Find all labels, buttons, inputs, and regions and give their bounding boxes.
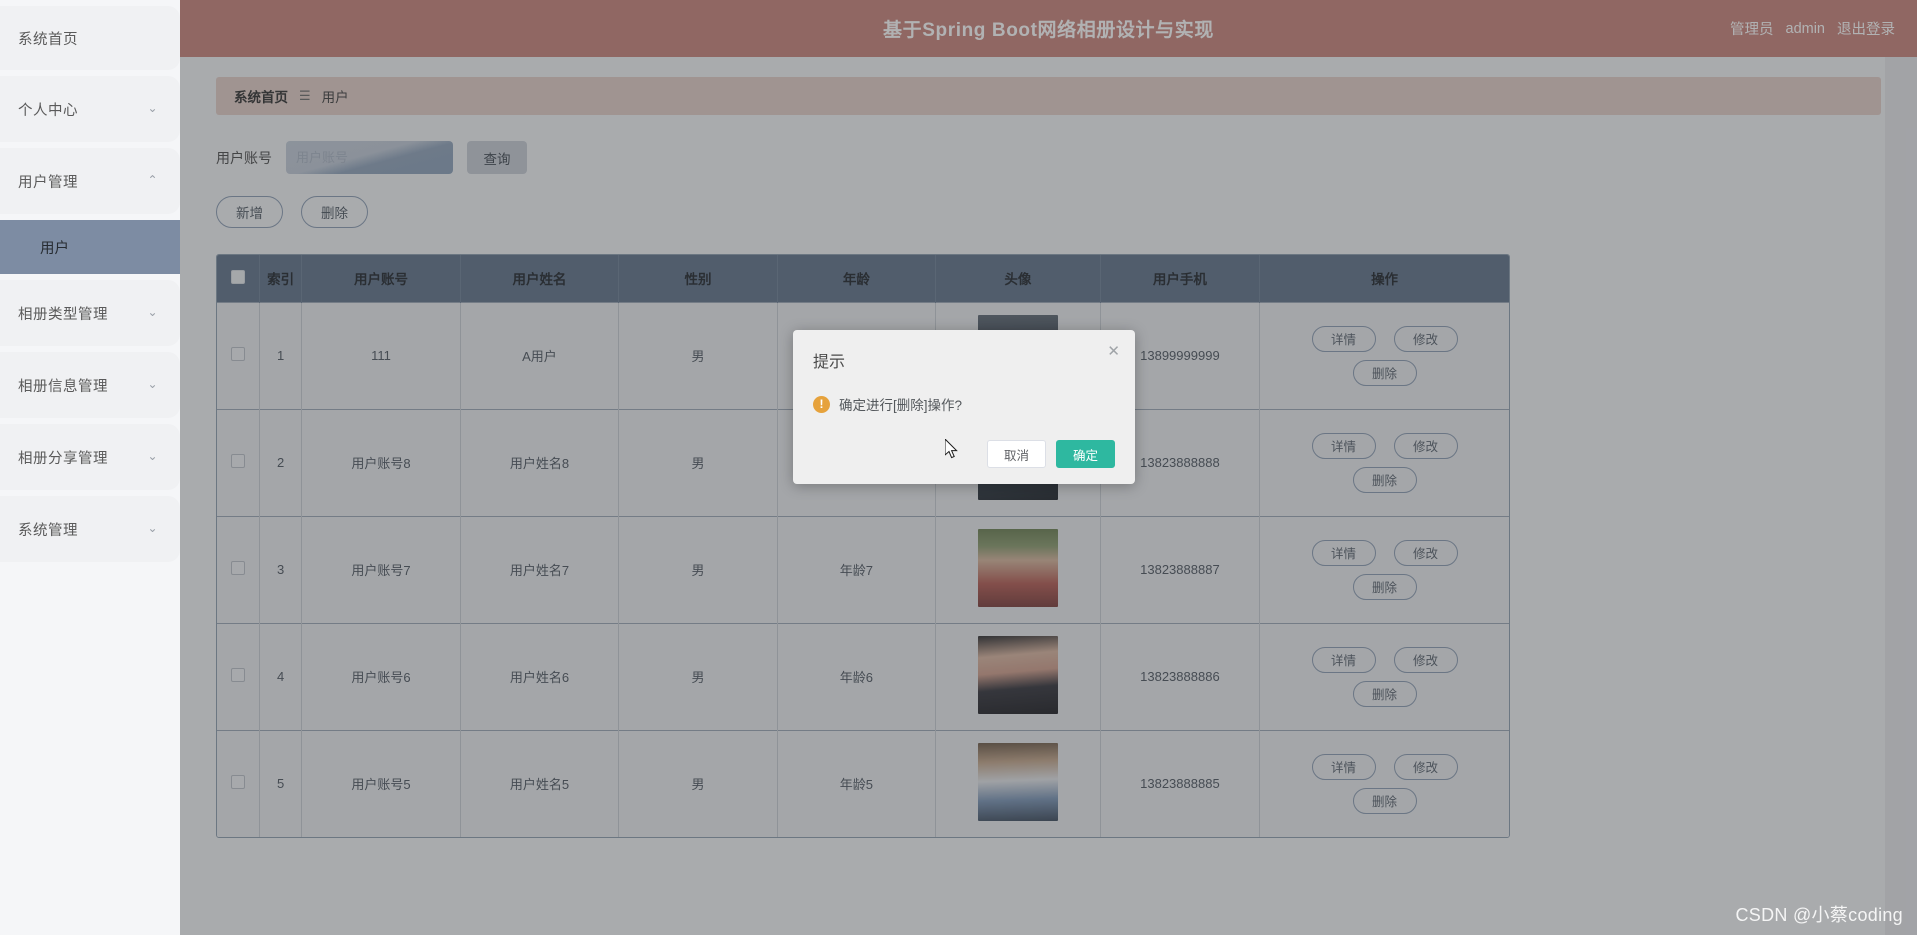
chevron-down-icon: ⌄: [147, 449, 158, 463]
sidebar-subitem-label: 用户: [40, 240, 69, 257]
sidebar-item-system-management[interactable]: 系统管理 ⌄: [0, 496, 180, 562]
chevron-down-icon: ⌄: [147, 521, 158, 535]
sidebar-item-user-management[interactable]: 用户管理 ⌃: [0, 148, 180, 214]
chevron-up-icon: ⌃: [147, 173, 158, 187]
sidebar-item-label: 相册信息管理: [18, 378, 108, 395]
dialog-message: 确定进行[删除]操作?: [839, 398, 963, 413]
confirm-dialog: 提示 ✕ ! 确定进行[删除]操作? 取消 确定: [793, 330, 1135, 484]
sidebar-item-label: 系统首页: [18, 31, 78, 48]
dialog-footer: 取消 确定: [813, 440, 1115, 468]
sidebar-item-home[interactable]: 系统首页: [0, 6, 180, 70]
sidebar-item-label: 系统管理: [18, 522, 78, 539]
sidebar-item-label: 相册类型管理: [18, 306, 108, 323]
sidebar-item-album-type-management[interactable]: 相册类型管理 ⌄: [0, 280, 180, 346]
main-area: 基于Spring Boot网络相册设计与实现 管理员 admin 退出登录 系统…: [180, 0, 1917, 935]
sidebar-item-label: 个人中心: [18, 102, 78, 119]
sidebar-item-personal-center[interactable]: 个人中心 ⌄: [0, 76, 180, 142]
confirm-button[interactable]: 确定: [1055, 440, 1115, 468]
warning-icon: !: [813, 395, 830, 413]
sidebar-item-album-info-management[interactable]: 相册信息管理 ⌄: [0, 352, 180, 418]
chevron-down-icon: ⌄: [147, 101, 158, 115]
dialog-body: ! 确定进行[删除]操作?: [813, 394, 1115, 414]
dialog-title: 提示: [813, 354, 846, 371]
sidebar-item-album-share-management[interactable]: 相册分享管理 ⌄: [0, 424, 180, 490]
sidebar-item-label: 相册分享管理: [18, 450, 108, 467]
close-icon[interactable]: ✕: [1107, 344, 1120, 359]
chevron-down-icon: ⌄: [147, 305, 158, 319]
sidebar-item-label: 用户管理: [18, 174, 78, 191]
sidebar: 系统首页 个人中心 ⌄ 用户管理 ⌃ 用户 相册类型管理 ⌄ 相册信息管理 ⌄ …: [0, 0, 180, 935]
chevron-down-icon: ⌄: [147, 377, 158, 391]
mouse-cursor: [945, 439, 958, 459]
cancel-button[interactable]: 取消: [986, 440, 1046, 468]
sidebar-subitem-user[interactable]: 用户: [0, 220, 180, 274]
app-root: 系统首页 个人中心 ⌄ 用户管理 ⌃ 用户 相册类型管理 ⌄ 相册信息管理 ⌄ …: [0, 0, 1917, 935]
